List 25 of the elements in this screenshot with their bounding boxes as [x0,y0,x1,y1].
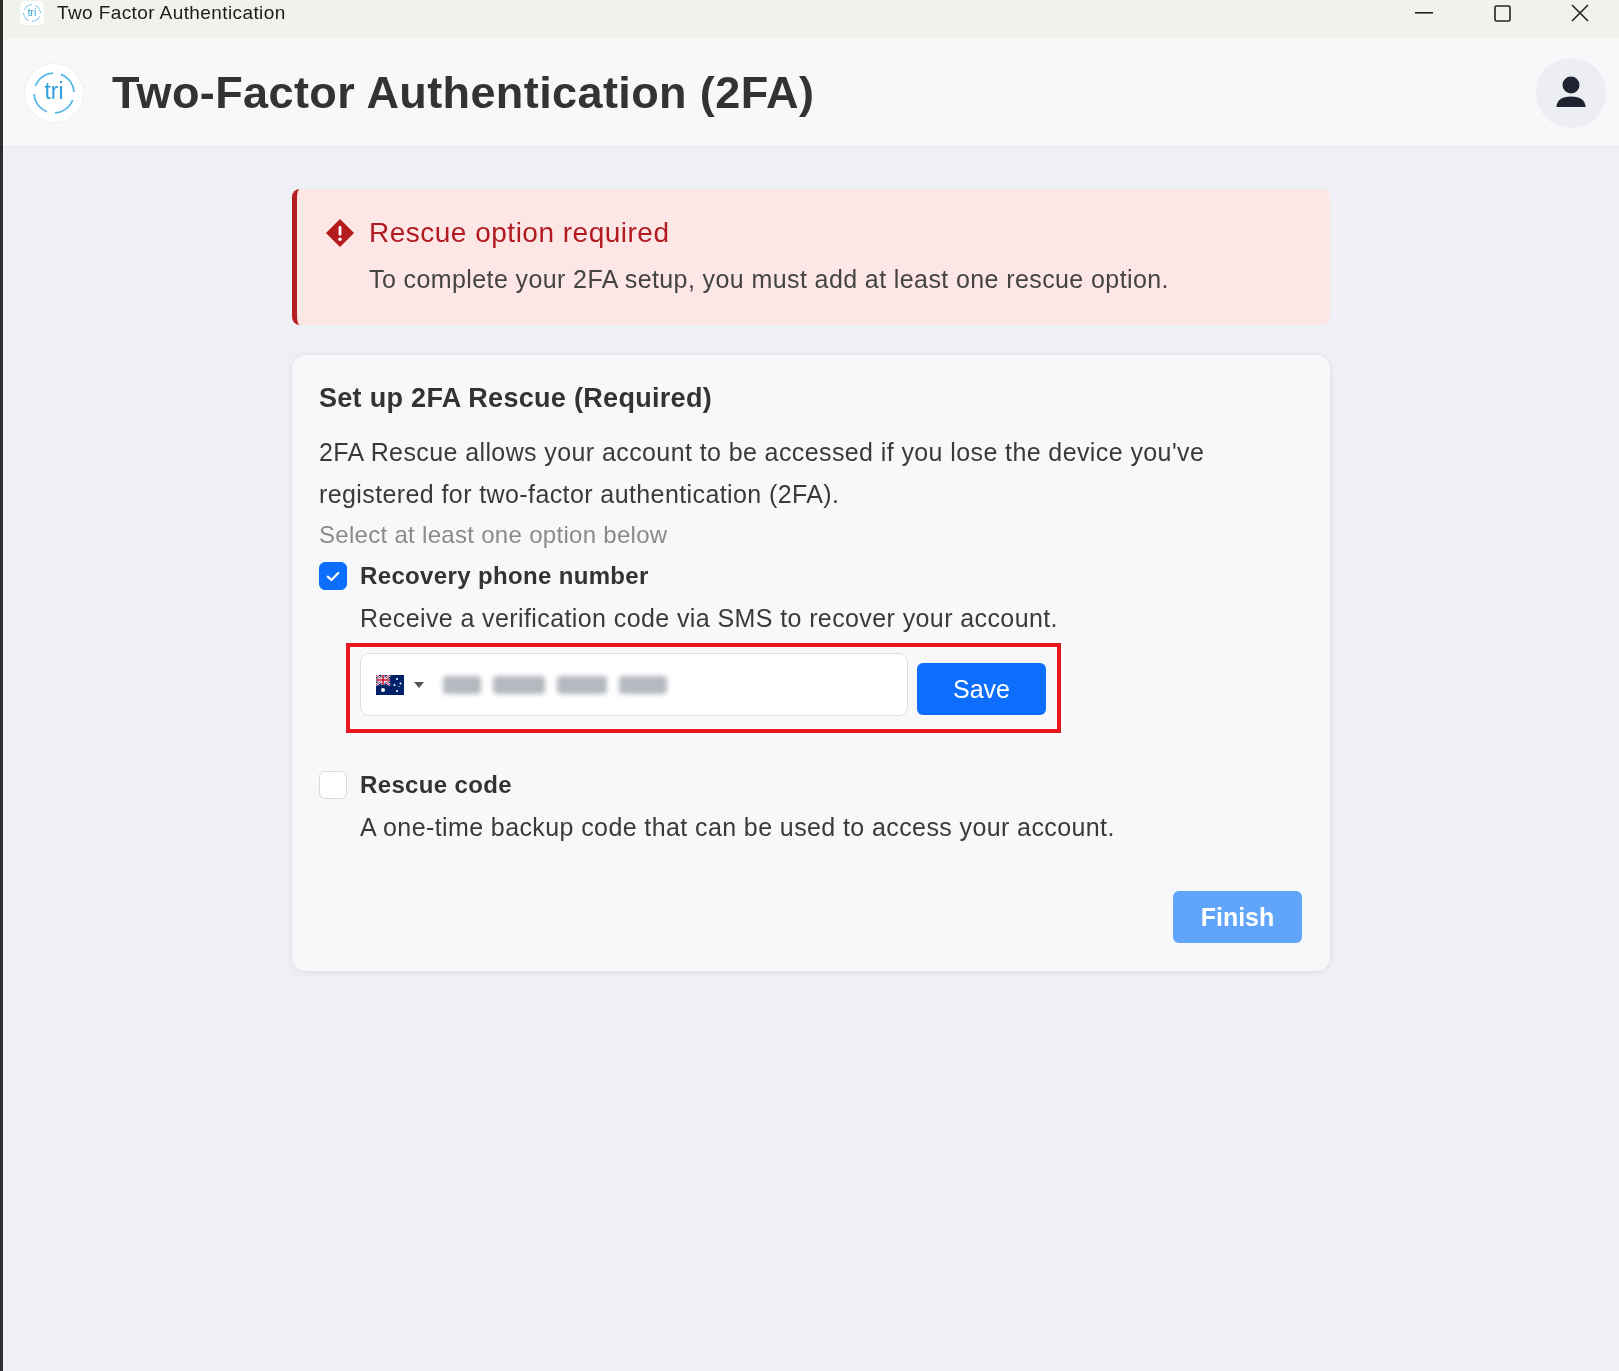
flag-icon [376,674,404,695]
close-icon[interactable] [1571,4,1589,22]
phone-input-field[interactable] [360,653,908,716]
warning-icon [326,219,354,247]
alert-title: Rescue option required [369,217,671,249]
card-description: 2FA Rescue allows your account to be accessed if you lose the device you've registered for two-factor authentication (2FA). [319,437,1206,510]
option-description: A one-time backup code that can be used to access your account. [360,812,1116,843]
save-button[interactable]: Save [917,663,1046,715]
checkmark-icon [326,570,340,582]
option-label: Rescue code [360,771,512,799]
country-select[interactable] [376,674,424,695]
hint-text: Select at least one option below [319,520,669,550]
page-title: Two-Factor Authentication (2FA) [112,65,815,120]
app-logo: tri [25,63,83,122]
option-label: Recovery phone number [360,562,649,590]
window-title: Two Factor Authentication [57,1,286,25]
option-description: Receive a verification code via SMS to recover your account. [360,603,1059,634]
user-icon[interactable] [1536,57,1606,128]
minimize-icon[interactable] [1415,12,1433,14]
alert-message: To complete your 2FA setup, you must add at least one rescue option. [369,264,1170,295]
caret-icon [414,681,424,688]
app-logo: tri [20,1,44,25]
maximize-icon[interactable] [1493,4,1511,22]
checkbox[interactable] [319,562,347,590]
card-title: Set up 2FA Rescue (Required) [319,383,713,413]
